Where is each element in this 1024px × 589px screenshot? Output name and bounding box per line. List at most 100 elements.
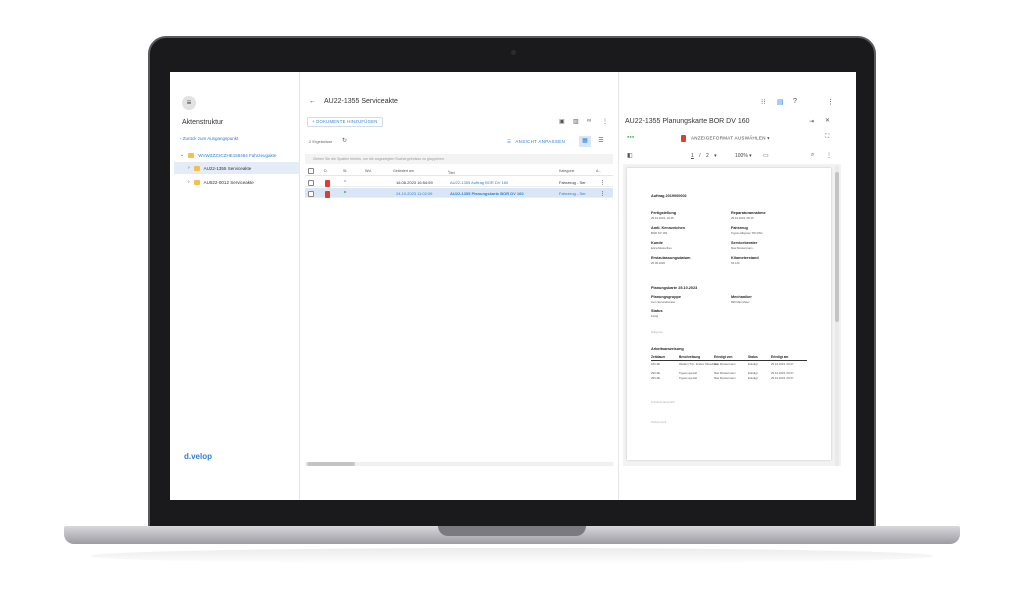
work-cell: Erledigt — [748, 376, 758, 380]
doc-field-value: Inon Serviceberater — [651, 300, 676, 304]
row-checkbox[interactable] — [308, 191, 314, 197]
format-select-button[interactable]: ANZEIGEFORMAT AUSWÄHLEN ▾ — [681, 135, 770, 142]
add-documents-button[interactable]: + DOKUMENTE HINZUFÜGEN — [307, 117, 383, 127]
tree-item-serviceakte-1355[interactable]: › AU22-1355 Serviceakte — [174, 162, 300, 174]
tree-item-serviceakte-0012[interactable]: › AU522-0012 Serviceakte — [188, 176, 298, 188]
more-vert-icon[interactable]: ⋮ — [827, 98, 834, 106]
row-checkbox[interactable] — [308, 180, 314, 186]
work-cell: Weltan (T3) - Erstes Ölwechsel — [679, 362, 718, 366]
grid-view-button[interactable]: ▦ — [579, 136, 591, 147]
row-more-icon[interactable]: ⋮ — [600, 180, 605, 186]
doc-field-label: Status — [651, 309, 663, 313]
page-total: 2 — [705, 153, 709, 159]
doc-subheading: Arbeitsanweisung — [651, 347, 684, 351]
zoom-select[interactable]: 100% ▾ — [735, 153, 752, 159]
gift-icon[interactable]: ▤ — [777, 98, 784, 106]
tree-item-label[interactable]: AU22-1355 Serviceakte — [204, 166, 252, 171]
chevron-right-icon[interactable]: › — [188, 165, 190, 171]
work-column: Erledigt von — [714, 355, 733, 359]
column-header-label[interactable]: Titel — [448, 171, 455, 175]
table-header: D. St. Wvl. Geändert am Titel ↑ Kategori… — [305, 167, 613, 176]
adjust-view-button[interactable]: ☰ ANSICHT ANPASSEN — [507, 139, 565, 145]
back-arrow-icon[interactable]: ← — [309, 98, 316, 105]
results-count: 2 Ergebnisse — [309, 139, 333, 144]
page-dropdown-icon[interactable]: ▾ — [714, 153, 717, 159]
doc-subheading: Planungskarte 25.10.2023 — [651, 286, 698, 290]
column-header[interactable]: A... — [596, 169, 601, 173]
document-title-link[interactable]: AU22-1355 Planungskarte BOR DV 160 — [450, 191, 524, 196]
search-icon[interactable]: ⌕ — [811, 152, 814, 159]
page-navigator: 1 / 2 ▾ — [691, 153, 717, 159]
open-external-icon[interactable]: ⇥ — [809, 118, 814, 125]
work-cell: 180 ZE — [651, 362, 661, 366]
doc-field-label: Erstzulassungsdatum — [651, 256, 691, 260]
doc-field-label: Fahrzeug — [731, 226, 748, 230]
more-vert-icon[interactable]: ⋮ — [602, 118, 608, 125]
table-row-selected[interactable]: 24.10.2023 11:02:09 AU22-1355 Planungska… — [305, 188, 613, 198]
doc-signature-field: Prüfvermerk — [651, 420, 667, 424]
fullscreen-icon[interactable]: ⛶ — [825, 134, 829, 141]
chevron-down-icon[interactable]: ⌄ — [180, 152, 184, 158]
viewer-title: AU22-1355 Planungskarte BOR DV 160 — [625, 118, 750, 125]
doc-field-value: 63.123 — [731, 261, 740, 265]
column-header[interactable]: Geändert am — [393, 169, 414, 173]
work-column: Beschreibung — [679, 355, 701, 359]
document-title-link[interactable]: AU22-1355 Auftrag BOR DV 160 — [450, 180, 508, 185]
work-cell: 25.10.2023, 09:27 — [771, 362, 794, 366]
category-cell: Fahrzeug - Ser — [559, 191, 586, 196]
back-link-label[interactable]: Zurück zum Ausgangspunkt — [183, 136, 239, 141]
comment-icon[interactable]: ▭ — [763, 152, 769, 159]
status-dot — [344, 191, 346, 193]
horizontal-scrollbar-thumb[interactable] — [307, 462, 355, 466]
calendar-icon[interactable]: ▣ — [559, 118, 565, 125]
column-header[interactable]: Kategorie — [559, 169, 574, 173]
work-column: Erledigt am — [771, 355, 789, 359]
modified-date: 16.08.2023 16:54:59 — [396, 180, 433, 185]
group-drop-zone[interactable]: Ziehen Sie die Spalten hierhin, um die a… — [305, 154, 613, 164]
doc-field-value: Tiguan Allspace TDI DSG — [731, 231, 763, 235]
table-row[interactable]: 16.08.2023 16:54:59 AU22-1355 Auftrag BO… — [305, 177, 613, 187]
more-vert-icon[interactable]: ⋮ — [826, 152, 832, 159]
work-cell: 25.10.2023, 09:27 — [771, 376, 794, 380]
format-select-label[interactable]: ANZEIGEFORMAT AUSWÄHLEN — [691, 136, 766, 141]
zoom-value[interactable]: 100% — [735, 153, 748, 159]
doc-field-label: Reparaturannahme — [731, 211, 766, 215]
column-header[interactable]: Wvl. — [365, 169, 372, 173]
back-link[interactable]: ‹ Zurück zum Ausgangspunkt — [180, 136, 238, 141]
menu-icon[interactable]: ≡ — [182, 96, 196, 110]
vertical-scrollbar-thumb[interactable] — [835, 172, 839, 322]
close-icon[interactable]: ✕ — [825, 117, 830, 124]
column-header[interactable]: D. — [324, 169, 328, 173]
doc-field-value: 999 Max Meier — [731, 300, 750, 304]
apps-grid-icon[interactable]: ⁝⁝ — [761, 98, 765, 106]
page-title: ← AU22-1355 Serviceakte — [309, 98, 398, 105]
columns-icon[interactable]: ▥ — [573, 118, 579, 125]
row-more-icon[interactable]: ⋮ — [600, 191, 605, 197]
tree-item-label[interactable]: AU522-0012 Serviceakte — [204, 180, 254, 185]
help-icon[interactable]: ? — [793, 98, 797, 105]
link-icon[interactable]: ∞ — [587, 118, 591, 124]
column-header[interactable]: Titel ↑ — [448, 169, 455, 175]
tree-item-vehicle[interactable]: ⌄ WVWZZZ3CZHE158464 Fahrzeugakte — [180, 149, 298, 161]
refresh-icon[interactable]: ↻ — [342, 137, 347, 144]
doc-field-value: 25.06.2020 — [651, 261, 665, 265]
document-viewer: ⁝⁝ ▤ ? ⋮ AU22-1355 Planungskarte BOR DV … — [618, 72, 856, 500]
pdf-icon — [325, 180, 330, 187]
modified-date: 24.10.2023 11:02:09 — [396, 191, 433, 196]
column-header[interactable]: St. — [343, 169, 347, 173]
sidebar-toggle-icon[interactable]: ◧ — [627, 152, 633, 159]
page-separator: / — [699, 153, 701, 159]
select-all-checkbox[interactable] — [308, 168, 314, 174]
list-view-button[interactable]: ☰ — [595, 136, 607, 147]
doc-field-label: Amtl. Kennzeichen — [651, 226, 685, 230]
tree-item-label[interactable]: WVWZZZ3CZHE158464 Fahrzeugakte — [198, 153, 276, 158]
doc-field-label: Serviceberater — [731, 241, 758, 245]
page-current-input[interactable]: 1 — [691, 153, 694, 159]
page-title-text: AU22-1355 Serviceakte — [324, 98, 398, 105]
sidebar: ≡ Aktenstruktur ‹ Zurück zum Ausgangspun… — [170, 72, 300, 500]
adjust-view-label[interactable]: ANSICHT ANPASSEN — [515, 139, 565, 144]
work-cell: Max Mustermann — [714, 371, 736, 375]
chevron-right-icon[interactable]: › — [188, 179, 190, 185]
work-cell: Tiguan spezial — [679, 371, 697, 375]
work-cell: Max Mustermann — [714, 376, 736, 380]
